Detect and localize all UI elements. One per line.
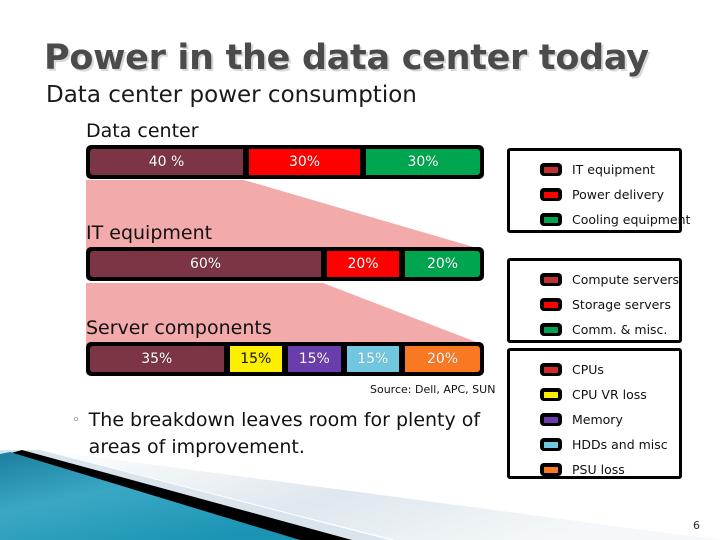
bar-segment-it-equipment[interactable]: 40 % [90,149,246,175]
chart-it-equipment: IT equipment 60% 20% 20% [86,222,484,281]
legend-label: Comm. & misc. [572,322,668,337]
legend-item[interactable]: Compute servers [540,267,679,292]
chart-title-it-equipment: IT equipment [86,222,213,244]
legend-item[interactable]: CPUs [540,357,673,382]
legend-label: CPU VR loss [572,387,647,402]
legend-label: IT equipment [572,162,655,177]
legend-item[interactable]: Memory [540,407,673,432]
chart-server-components: Server components 35% 15% 15% 15% 20% [86,317,484,376]
legend-swatch-cpus [540,363,562,376]
bar-segment-cpus[interactable]: 35% [90,346,227,372]
source-note: Source: Dell, APC, SUN [370,383,496,396]
bar-segment-hdds-and-misc[interactable]: 15% [343,346,402,372]
legend-label: HDDs and misc [572,437,668,452]
bar-segment-psu-loss[interactable]: 20% [402,346,480,372]
legend-label: Memory [572,412,623,427]
legend-item[interactable]: CPU VR loss [540,382,673,407]
data-center-legend: IT equipment Power delivery Cooling equi… [507,148,690,233]
legend-item[interactable]: Comm. & misc. [540,317,673,342]
legend-item[interactable]: Cooling equipment [540,207,690,232]
legend-label: CPUs [572,362,604,377]
page-title: Power in the data center today [44,38,649,78]
bullet-point: ◦ The breakdown leaves room for plenty o… [72,407,492,461]
legend-label: Compute servers [572,272,680,287]
bar-segment-memory[interactable]: 15% [285,346,344,372]
legend-swatch-storage-servers [540,298,562,311]
legend-item[interactable]: IT equipment [540,157,673,182]
bar-segment-power-delivery[interactable]: 30% [246,149,363,175]
legend-item[interactable]: Power delivery [540,182,673,207]
chart-title-server-components: Server components [86,317,272,339]
legend-label: PSU loss [572,462,625,477]
bar-segment-storage-servers[interactable]: 20% [324,251,402,277]
server-components-legend: CPUs CPU VR loss Memory HDDs and misc PS… [507,348,682,479]
stacked-bar-it-equipment: 60% 20% 20% [86,247,484,281]
chart-title-data-center: Data center [86,120,199,142]
page-number: 6 [693,519,700,532]
legend-label: Cooling equipment [572,212,691,227]
bar-segment-cooling-equipment[interactable]: 30% [363,149,480,175]
legend-swatch-memory [540,413,562,426]
legend-label: Power delivery [572,187,664,202]
stacked-bar-server-components: 35% 15% 15% 15% 20% [86,342,484,376]
legend-swatch-it-equipment [540,163,562,176]
legend-swatch-hdds-and-misc [540,438,562,451]
legend-swatch-cooling-equipment [540,213,562,226]
legend-item[interactable]: HDDs and misc [540,432,673,457]
slide: Power in the data center today Data cent… [0,0,720,540]
legend-item[interactable]: Storage servers [540,292,673,317]
legend-swatch-cpu-vr-loss [540,388,562,401]
stacked-bar-data-center: 40 % 30% 30% [86,145,484,179]
legend-swatch-psu-loss [540,463,562,476]
legend-item[interactable]: PSU loss [540,457,673,482]
bullet-text: The breakdown leaves room for plenty of … [88,409,481,458]
legend-swatch-comm-misc [540,323,562,336]
legend-label: Storage servers [572,297,671,312]
legend-swatch-power-delivery [540,188,562,201]
page-subtitle: Data center power consumption [46,82,417,108]
bar-segment-cpu-vr-loss[interactable]: 15% [226,346,285,372]
it-equipment-legend: Compute servers Storage servers Comm. & … [507,258,682,343]
bar-segment-compute-servers[interactable]: 60% [90,251,324,277]
bar-segment-comm-misc[interactable]: 20% [402,251,480,277]
bullet-marker-icon: ◦ [72,413,80,428]
chart-data-center: Data center 40 % 30% 30% [86,120,484,179]
legend-swatch-compute-servers [540,273,562,286]
